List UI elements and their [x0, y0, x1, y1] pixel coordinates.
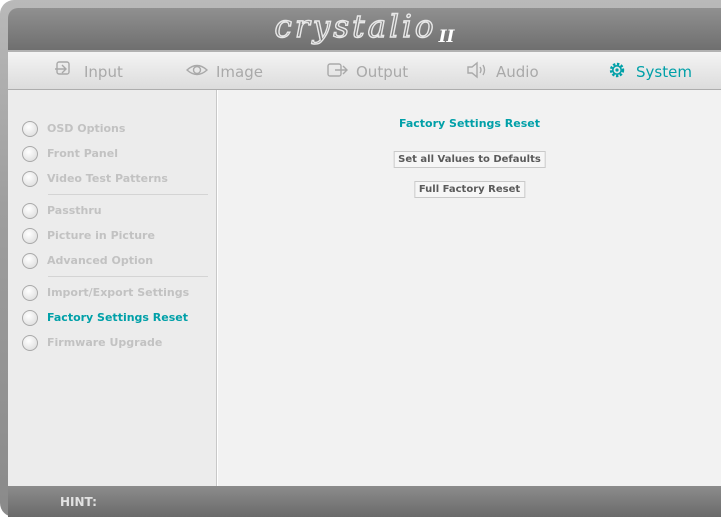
- radio-icon: [22, 202, 38, 219]
- sidebar-item-picture-in-picture[interactable]: Picture in Picture: [8, 223, 216, 248]
- sidebar-item-label: Front Panel: [47, 147, 118, 160]
- hint-label: HINT:: [60, 494, 97, 509]
- tab-output[interactable]: Output: [326, 60, 408, 84]
- sidebar-item-front-panel[interactable]: Front Panel: [8, 141, 216, 166]
- full-factory-reset-button[interactable]: Full Factory Reset: [413, 181, 526, 198]
- page-title: Factory Settings Reset: [398, 117, 540, 130]
- tab-input-label: Input: [84, 63, 123, 81]
- sidebar: OSD Options Front Panel Video Test Patte…: [8, 90, 217, 486]
- radio-icon: [22, 309, 38, 326]
- sidebar-item-osd-options[interactable]: OSD Options: [8, 116, 216, 141]
- tab-audio-label: Audio: [496, 63, 539, 81]
- gear-icon: [606, 60, 628, 84]
- tab-input[interactable]: Input: [54, 60, 123, 84]
- sidebar-divider: [48, 194, 208, 195]
- logo-version: II: [438, 27, 455, 47]
- sidebar-item-video-test-patterns[interactable]: Video Test Patterns: [8, 166, 216, 191]
- input-icon: [54, 60, 76, 84]
- radio-icon: [22, 227, 38, 244]
- tab-output-label: Output: [356, 63, 409, 81]
- radio-icon: [22, 120, 38, 137]
- hint-bar: HINT:: [8, 486, 721, 517]
- sidebar-item-factory-settings-reset[interactable]: Factory Settings Reset: [8, 305, 216, 330]
- speaker-icon: [466, 60, 488, 84]
- tab-audio[interactable]: Audio: [466, 60, 539, 84]
- eye-icon: [185, 60, 209, 84]
- header-bar: crystalio II: [8, 8, 721, 50]
- sidebar-item-firmware-upgrade[interactable]: Firmware Upgrade: [8, 330, 216, 355]
- tab-image-label: Image: [216, 63, 263, 81]
- sidebar-item-label: Factory Settings Reset: [47, 311, 189, 324]
- sidebar-item-import-export-settings[interactable]: Import/Export Settings: [8, 280, 216, 305]
- sidebar-item-label: Picture in Picture: [47, 229, 155, 242]
- sidebar-item-label: OSD Options: [47, 122, 126, 135]
- tab-image[interactable]: Image: [185, 60, 263, 84]
- crystalio-logo: crystalio: [274, 8, 437, 45]
- radio-icon: [22, 252, 38, 269]
- sidebar-divider: [48, 276, 208, 277]
- sidebar-item-label: Passthru: [47, 204, 102, 217]
- sidebar-item-advanced-option[interactable]: Advanced Option: [8, 248, 216, 273]
- radio-icon: [22, 284, 38, 301]
- sidebar-item-label: Firmware Upgrade: [47, 336, 163, 349]
- sidebar-item-label: Video Test Patterns: [47, 172, 168, 185]
- content-panel: Factory Settings Reset Set all Values to…: [218, 90, 721, 486]
- sidebar-item-passthru[interactable]: Passthru: [8, 198, 216, 223]
- tab-bar: Input Image Output Audio System: [8, 52, 721, 89]
- radio-icon: [22, 170, 38, 187]
- set-defaults-button[interactable]: Set all Values to Defaults: [393, 151, 546, 168]
- main-area: OSD Options Front Panel Video Test Patte…: [8, 90, 721, 486]
- output-icon: [326, 60, 348, 84]
- sidebar-item-label: Import/Export Settings: [47, 286, 190, 299]
- radio-icon: [22, 334, 38, 351]
- radio-icon: [22, 145, 38, 162]
- sidebar-item-label: Advanced Option: [47, 254, 154, 267]
- tab-system-label: System: [636, 63, 692, 81]
- tab-system[interactable]: System: [606, 60, 692, 84]
